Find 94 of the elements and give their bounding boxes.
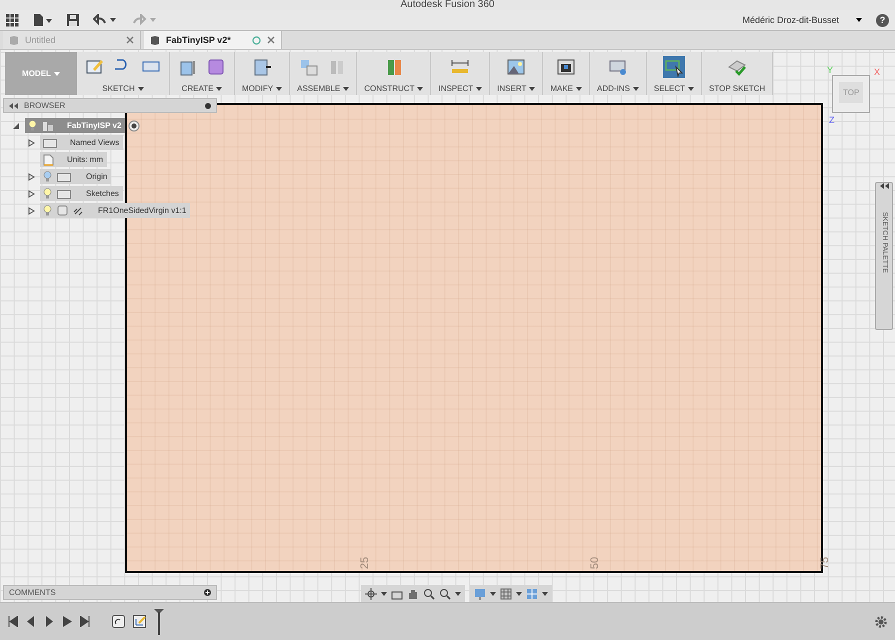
dropdown-caret-icon[interactable]	[542, 592, 548, 596]
toolbar-group-menu[interactable]: MODIFY	[242, 84, 282, 93]
tree-item[interactable]: FR1OneSidedVirgin v1:1	[40, 203, 190, 218]
toolbar-group-menu[interactable]: INSPECT	[438, 84, 482, 93]
dropdown-caret-icon[interactable]	[381, 592, 387, 596]
folder-icon	[57, 188, 71, 198]
zoom-icon[interactable]	[423, 588, 435, 600]
ruler-label: 50	[589, 556, 602, 570]
folder-icon	[57, 172, 71, 182]
app-grid-icon[interactable]	[6, 14, 19, 26]
toolbar-group-menu[interactable]: CONSTRUCT	[364, 84, 424, 93]
body-icon	[57, 205, 68, 216]
dropdown-caret-icon[interactable]	[490, 592, 496, 596]
panel-title: BROWSER	[24, 101, 66, 110]
caret-icon	[529, 87, 536, 91]
step-back-icon	[26, 616, 36, 627]
file-menu-icon[interactable]	[33, 14, 53, 26]
image-icon[interactable]	[506, 57, 526, 77]
light-bulb-icon[interactable]	[28, 120, 37, 131]
expand-arrow-icon[interactable]	[27, 190, 37, 198]
ruler-label: 75	[819, 556, 832, 570]
last-step-button[interactable]	[80, 616, 90, 627]
play-icon	[62, 616, 72, 627]
joint-icon[interactable]	[299, 57, 320, 77]
panel-title: COMMENTS	[9, 588, 57, 597]
ruler-label: 25	[359, 556, 372, 570]
expand-arrow-icon[interactable]	[27, 206, 37, 214]
toolbar-group-menu[interactable]: INSERT	[497, 84, 536, 93]
collapse-arrows-icon[interactable]	[9, 102, 18, 108]
viewports-icon[interactable]	[526, 588, 538, 600]
caret-icon	[276, 87, 282, 91]
help-button[interactable]: ?	[876, 14, 889, 26]
toolbar-group-menu[interactable]: SELECT	[654, 84, 694, 93]
settings-icon[interactable]	[875, 616, 887, 628]
add-icon[interactable]	[204, 589, 211, 596]
caret-icon	[417, 87, 424, 91]
toolbar-group-menu[interactable]: ADD-INS	[597, 84, 639, 93]
caret-icon	[216, 87, 222, 91]
save-icon[interactable]	[67, 14, 79, 26]
tree-item[interactable]: Sketches	[40, 186, 123, 201]
document-icon	[43, 154, 54, 166]
cube-icon	[9, 35, 19, 45]
grid-icon[interactable]	[500, 588, 512, 600]
tree-item[interactable]: Units: mm	[40, 152, 107, 167]
close-icon[interactable]	[126, 36, 134, 44]
axis-label: X	[874, 67, 880, 77]
timeline-sketch-icon[interactable]	[133, 615, 146, 628]
skip-forward-icon	[80, 616, 90, 627]
folder-icon	[43, 138, 57, 148]
expand-arrow-icon[interactable]	[27, 138, 37, 146]
printer-icon[interactable]	[556, 57, 576, 77]
caret-icon	[54, 72, 60, 76]
orbit-icon[interactable]	[365, 588, 377, 600]
close-icon[interactable]	[267, 36, 275, 44]
zoom-window-icon[interactable]	[439, 588, 451, 600]
tree-item[interactable]: Origin	[40, 169, 112, 184]
component-icon	[42, 120, 54, 131]
dropdown-caret-icon[interactable]	[516, 592, 522, 596]
caret-icon	[138, 87, 144, 91]
axis-label: Z	[829, 115, 834, 125]
step-forward-button[interactable]	[44, 616, 54, 627]
timeline-feature-icon[interactable]	[112, 615, 125, 628]
toolbar-group-menu[interactable]: MAKE	[550, 84, 582, 93]
expand-arrow-icon[interactable]	[12, 122, 22, 130]
skip-back-icon	[8, 616, 18, 627]
caret-icon	[688, 87, 694, 91]
first-step-button[interactable]	[8, 616, 18, 627]
expand-arrow-icon[interactable]	[27, 172, 37, 180]
caret-icon	[343, 87, 350, 91]
caret-icon	[856, 18, 862, 22]
play-button[interactable]	[62, 616, 72, 627]
cube-icon	[150, 35, 160, 45]
step-back-button[interactable]	[26, 616, 36, 627]
caret-icon	[476, 87, 482, 91]
window-title: Autodesk Fusion 360	[400, 0, 494, 10]
tree-item[interactable]: Named Views	[40, 135, 124, 150]
caret-icon	[632, 87, 639, 91]
timeline-marker-icon[interactable]	[154, 608, 164, 634]
dropdown-caret-icon[interactable]	[455, 592, 461, 596]
toolbar-group-menu[interactable]: CREATE	[182, 84, 222, 93]
pin-icon[interactable]	[205, 102, 211, 108]
undo-icon[interactable]	[93, 14, 119, 26]
toolbar-group-menu[interactable]: STOP SKETCH	[709, 84, 766, 93]
light-bulb-icon[interactable]	[43, 188, 52, 199]
light-bulb-icon[interactable]	[43, 205, 52, 216]
caret-icon	[576, 87, 582, 91]
toolbar-group-menu[interactable]: ASSEMBLE	[297, 84, 350, 93]
axis-label: Y	[827, 65, 834, 75]
document-tab[interactable]: FabTinyISP v2*	[144, 31, 282, 49]
user-menu[interactable]: Médéric Droz-dit-Busset	[742, 15, 839, 25]
collapse-arrows-icon[interactable]	[880, 183, 888, 189]
step-forward-icon	[44, 616, 54, 627]
push-pull-icon[interactable]	[252, 57, 272, 77]
toolbar-group-menu[interactable]: SKETCH	[102, 84, 144, 93]
